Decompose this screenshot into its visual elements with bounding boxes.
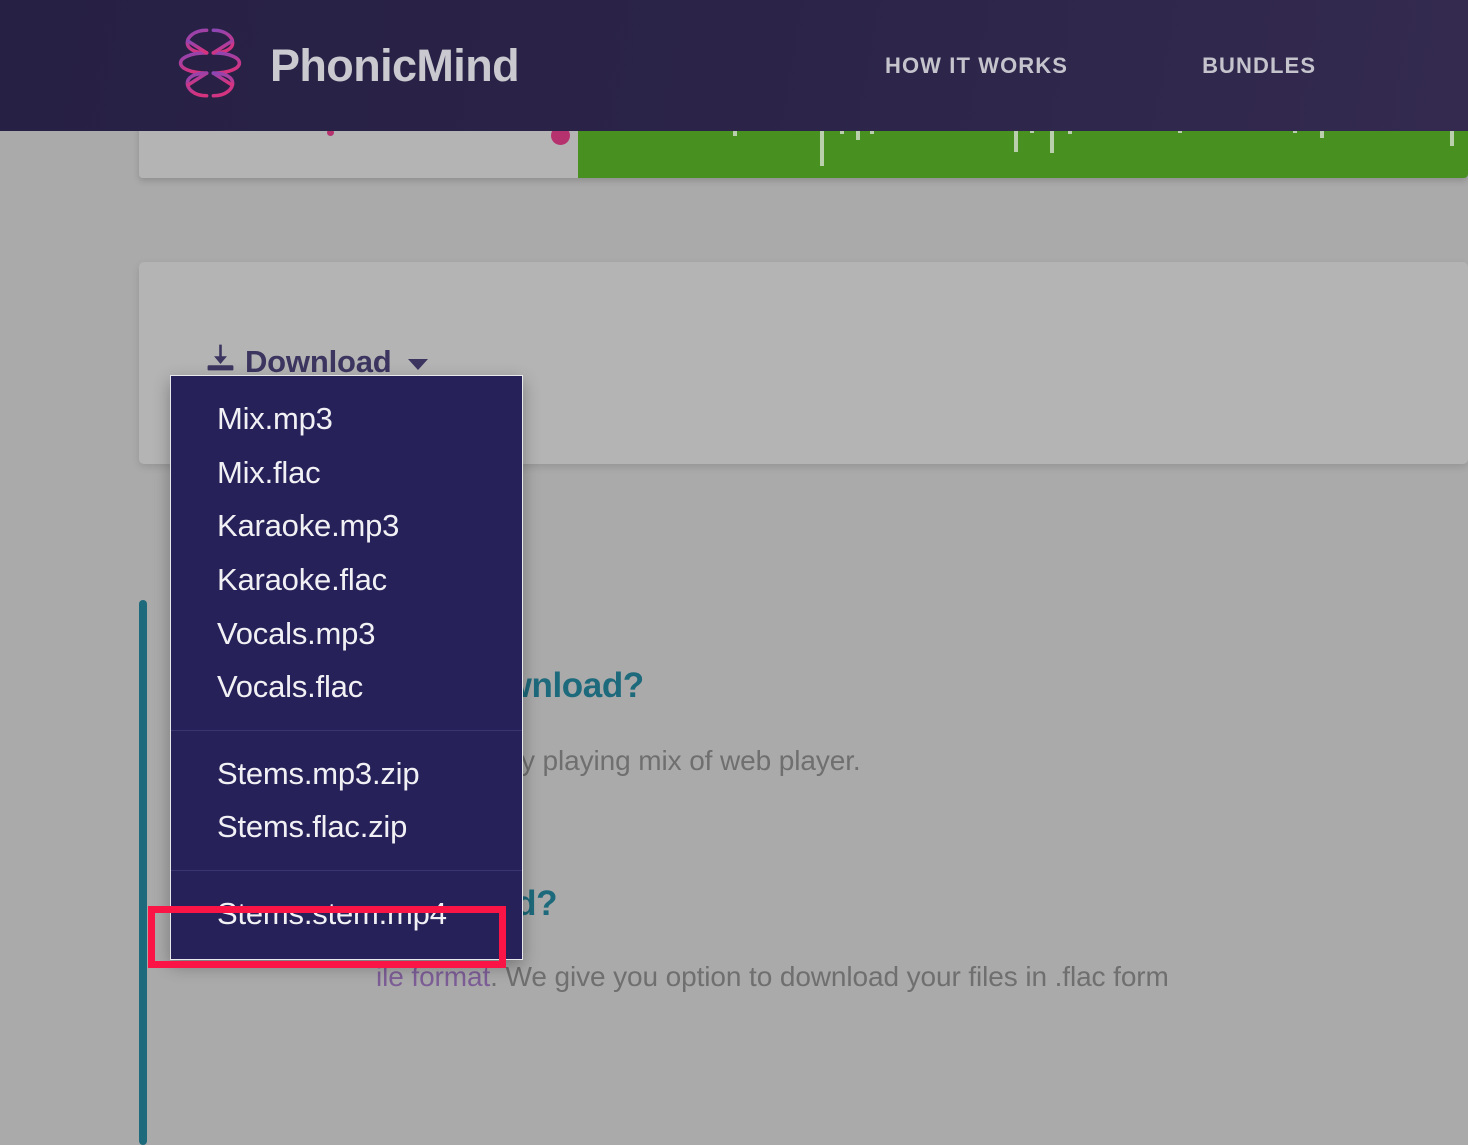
dropdown-item-karaoke-mp3[interactable]: Karaoke.mp3 — [171, 499, 522, 553]
dropdown-item-stems-mp3-zip[interactable]: Stems.mp3.zip — [171, 747, 522, 801]
site-nav: HOW IT WORKS BUNDLES — [885, 53, 1316, 79]
download-format-dropdown[interactable]: Mix.mp3 Mix.flac Karaoke.mp3 Karaoke.fla… — [170, 375, 523, 960]
brand-logo-link[interactable]: PhonicMind — [168, 21, 520, 110]
faq-answer-body-2: ile format. We give you option to downlo… — [376, 961, 1169, 993]
chevron-down-icon[interactable] — [407, 359, 428, 370]
faq-inline-link-2[interactable]: ile format — [376, 961, 490, 992]
site-header: PhonicMind HOW IT WORKS BUNDLES — [0, 0, 1468, 131]
dropdown-divider — [171, 729, 522, 731]
dropdown-divider — [171, 870, 522, 872]
dropdown-item-stems-stem-mp4[interactable]: Stems.stem.mp4 — [171, 887, 522, 941]
nav-item-how-it-works[interactable]: HOW IT WORKS — [885, 53, 1068, 79]
faq-answer-text-2: . We give you option to download your fi… — [490, 961, 1169, 992]
dropdown-item-mix-flac[interactable]: Mix.flac — [171, 446, 522, 500]
dropdown-item-vocals-mp3[interactable]: Vocals.mp3 — [171, 607, 522, 661]
brand-name: PhonicMind — [270, 39, 520, 91]
dropdown-item-stems-flac-zip[interactable]: Stems.flac.zip — [171, 800, 522, 854]
dropdown-item-vocals-flac[interactable]: Vocals.flac — [171, 660, 522, 714]
dropdown-item-mix-mp3[interactable]: Mix.mp3 — [171, 392, 522, 446]
brain-logo-icon — [168, 21, 252, 110]
nav-item-bundles[interactable]: BUNDLES — [1202, 53, 1316, 79]
dropdown-item-karaoke-flac[interactable]: Karaoke.flac — [171, 553, 522, 607]
faq-accent-bar — [139, 600, 147, 1145]
